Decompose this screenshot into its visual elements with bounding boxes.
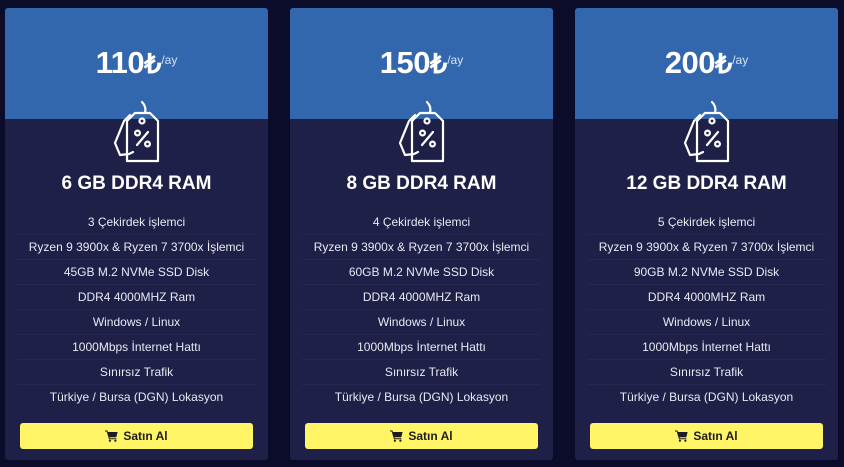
buy-button[interactable]: Satın Al	[590, 423, 823, 449]
feature-item: Sınırsız Trafik	[17, 360, 256, 385]
feature-item: 1000Mbps İnternet Hattı	[17, 335, 256, 360]
plan-name: 6 GB DDR4 RAM	[61, 173, 212, 194]
price-amount: 110	[95, 45, 145, 80]
feature-list: 5 Çekirdek işlemci Ryzen 9 3900x & Ryzen…	[587, 210, 826, 409]
price-amount: 200	[664, 45, 716, 80]
plan-price: 150₺/ay	[290, 45, 553, 81]
feature-item: Sınırsız Trafik	[587, 360, 826, 385]
price-tag-percent-icon	[395, 99, 449, 167]
feature-item: 60GB M.2 NVMe SSD Disk	[302, 260, 541, 285]
feature-item: Ryzen 9 3900x & Ryzen 7 3700x İşlemci	[302, 235, 541, 260]
pricing-plans: 110₺/ay 6 GB DDR4 RAM 3 Çekirdek işlemci…	[0, 0, 844, 467]
price-period: /ay	[447, 53, 464, 67]
plan-card-8gb: 150₺/ay 8 GB DDR4 RAM 4 Çekirdek işlemci…	[290, 8, 553, 460]
feature-item: Ryzen 9 3900x & Ryzen 7 3700x İşlemci	[587, 235, 826, 260]
feature-item: 90GB M.2 NVMe SSD Disk	[587, 260, 826, 285]
price-period: /ay	[732, 53, 749, 67]
plan-name: 8 GB DDR4 RAM	[346, 173, 497, 194]
buy-button[interactable]: Satın Al	[20, 423, 253, 449]
price-currency: ₺	[715, 49, 733, 79]
feature-item: Ryzen 9 3900x & Ryzen 7 3700x İşlemci	[17, 235, 256, 260]
shopping-cart-icon	[105, 430, 118, 442]
feature-list: 3 Çekirdek işlemci Ryzen 9 3900x & Ryzen…	[17, 210, 256, 409]
shopping-cart-icon	[390, 430, 403, 442]
plan-card-12gb: 200₺/ay 12 GB DDR4 RAM 5 Çekirdek işlemc…	[575, 8, 838, 460]
feature-item: Türkiye / Bursa (DGN) Lokasyon	[619, 390, 794, 404]
price-tag-percent-icon	[110, 99, 164, 167]
feature-item: 1000Mbps İnternet Hattı	[587, 335, 826, 360]
feature-item: Windows / Linux	[587, 310, 826, 335]
feature-item: Windows / Linux	[17, 310, 256, 335]
price-amount: 150	[379, 45, 431, 80]
feature-item: Türkiye / Bursa (DGN) Lokasyon	[49, 390, 224, 404]
price-period: /ay	[161, 53, 178, 67]
feature-item: 1000Mbps İnternet Hattı	[302, 335, 541, 360]
plan-price: 110₺/ay	[5, 45, 268, 81]
feature-item: 3 Çekirdek işlemci	[17, 210, 256, 235]
plan-name: 12 GB DDR4 RAM	[626, 173, 787, 194]
price-currency: ₺	[430, 49, 448, 79]
feature-item: DDR4 4000MHZ Ram	[302, 285, 541, 310]
feature-item: DDR4 4000MHZ Ram	[17, 285, 256, 310]
feature-item: 5 Çekirdek işlemci	[587, 210, 826, 235]
feature-item: 4 Çekirdek işlemci	[302, 210, 541, 235]
price-currency: ₺	[144, 49, 162, 79]
buy-button[interactable]: Satın Al	[305, 423, 538, 449]
shopping-cart-icon	[675, 430, 688, 442]
buy-button-label: Satın Al	[408, 429, 453, 443]
feature-list: 4 Çekirdek işlemci Ryzen 9 3900x & Ryzen…	[302, 210, 541, 409]
price-tag-percent-icon	[680, 99, 734, 167]
feature-item: Sınırsız Trafik	[302, 360, 541, 385]
buy-button-label: Satın Al	[123, 429, 168, 443]
plan-card-6gb: 110₺/ay 6 GB DDR4 RAM 3 Çekirdek işlemci…	[5, 8, 268, 460]
feature-item: 45GB M.2 NVMe SSD Disk	[17, 260, 256, 285]
buy-button-label: Satın Al	[693, 429, 738, 443]
feature-item: Windows / Linux	[302, 310, 541, 335]
plan-price: 200₺/ay	[575, 45, 838, 81]
feature-item: DDR4 4000MHZ Ram	[587, 285, 826, 310]
feature-item: Türkiye / Bursa (DGN) Lokasyon	[334, 390, 509, 404]
